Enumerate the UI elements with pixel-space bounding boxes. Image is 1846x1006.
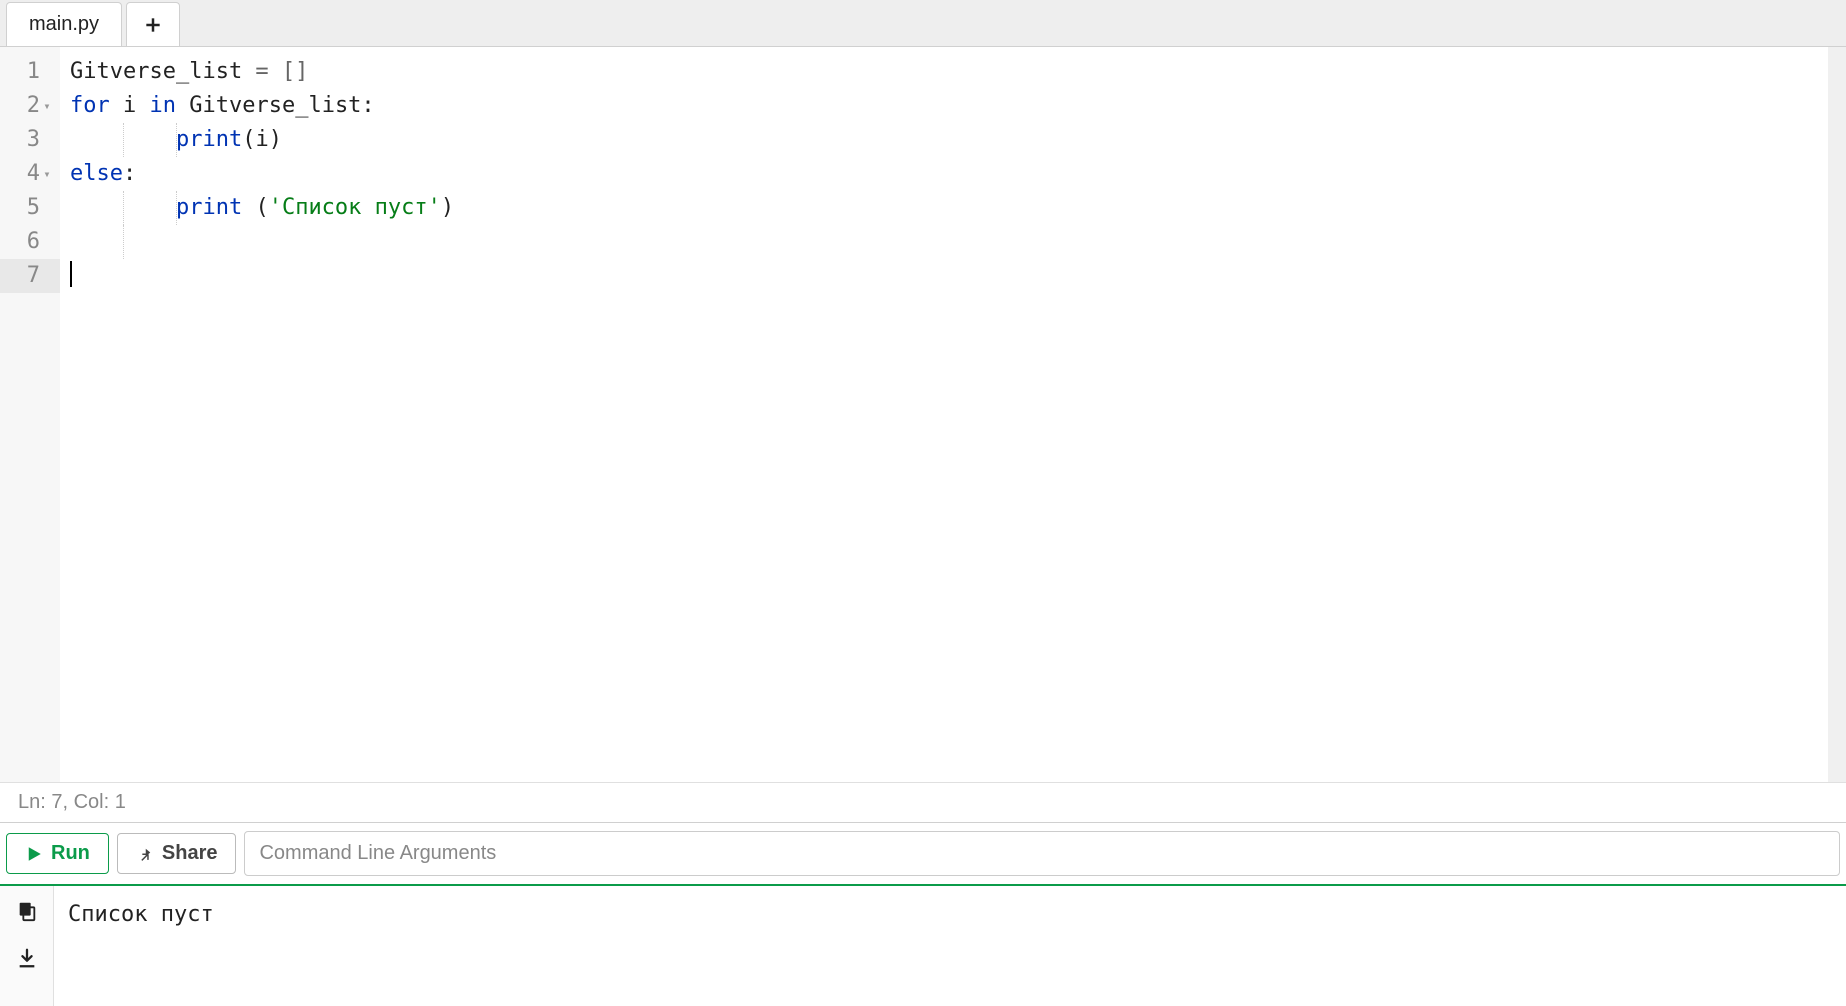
gutter-line: 6: [0, 225, 60, 259]
share-button[interactable]: Share: [117, 833, 237, 874]
gutter-line: 4▾: [0, 157, 60, 191]
run-button-label: Run: [51, 842, 90, 865]
toolbar: Run Share: [0, 822, 1846, 886]
output-sidebar: [0, 886, 54, 1006]
code-content[interactable]: Gitverse_list = []for i in Gitverse_list…: [60, 47, 1828, 782]
line-number: 4: [27, 157, 40, 191]
line-number: 1: [27, 55, 40, 89]
gutter-line: 3: [0, 123, 60, 157]
line-number: 3: [27, 123, 40, 157]
line-number: 5: [27, 191, 40, 225]
code-line[interactable]: print ('Список пуст'): [70, 191, 1828, 225]
fold-marker-icon[interactable]: ▾: [42, 157, 52, 191]
output-panel: Список пуст: [0, 886, 1846, 1006]
download-icon: [16, 947, 38, 969]
run-button[interactable]: Run: [6, 833, 109, 874]
gutter-line: 2▾: [0, 89, 60, 123]
code-line[interactable]: [70, 259, 1828, 293]
code-line[interactable]: [70, 225, 1828, 259]
gutter-line: 1: [0, 55, 60, 89]
code-line[interactable]: print(i): [70, 123, 1828, 157]
gutter: 12▾34▾567: [0, 47, 60, 782]
text-cursor: [70, 261, 72, 287]
line-number: 7: [27, 259, 40, 293]
download-output-button[interactable]: [16, 947, 38, 974]
gutter-line: 5: [0, 191, 60, 225]
tab-main-py[interactable]: main.py: [6, 2, 122, 46]
plus-icon: [143, 15, 163, 35]
scrollbar-stub[interactable]: [1828, 47, 1846, 782]
new-tab-button[interactable]: [126, 2, 180, 46]
line-number: 2: [27, 89, 40, 123]
fold-marker-icon[interactable]: ▾: [42, 89, 52, 123]
code-line[interactable]: Gitverse_list = []: [70, 55, 1828, 89]
editor-area[interactable]: 12▾34▾567 Gitverse_list = []for i in Git…: [0, 47, 1846, 782]
tabs-bar: main.py: [0, 0, 1846, 47]
gutter-line: 7: [0, 259, 60, 293]
line-number: 6: [27, 225, 40, 259]
copy-icon: [16, 900, 38, 922]
copy-output-button[interactable]: [16, 900, 38, 927]
cli-args-input[interactable]: [244, 831, 1840, 876]
output-content[interactable]: Список пуст: [54, 886, 1846, 1006]
code-line[interactable]: for i in Gitverse_list:: [70, 89, 1828, 123]
status-line: Ln: 7, Col: 1: [0, 782, 1846, 822]
share-button-label: Share: [162, 842, 218, 865]
code-line[interactable]: else:: [70, 157, 1828, 191]
play-icon: [25, 845, 43, 863]
share-icon: [136, 845, 154, 863]
